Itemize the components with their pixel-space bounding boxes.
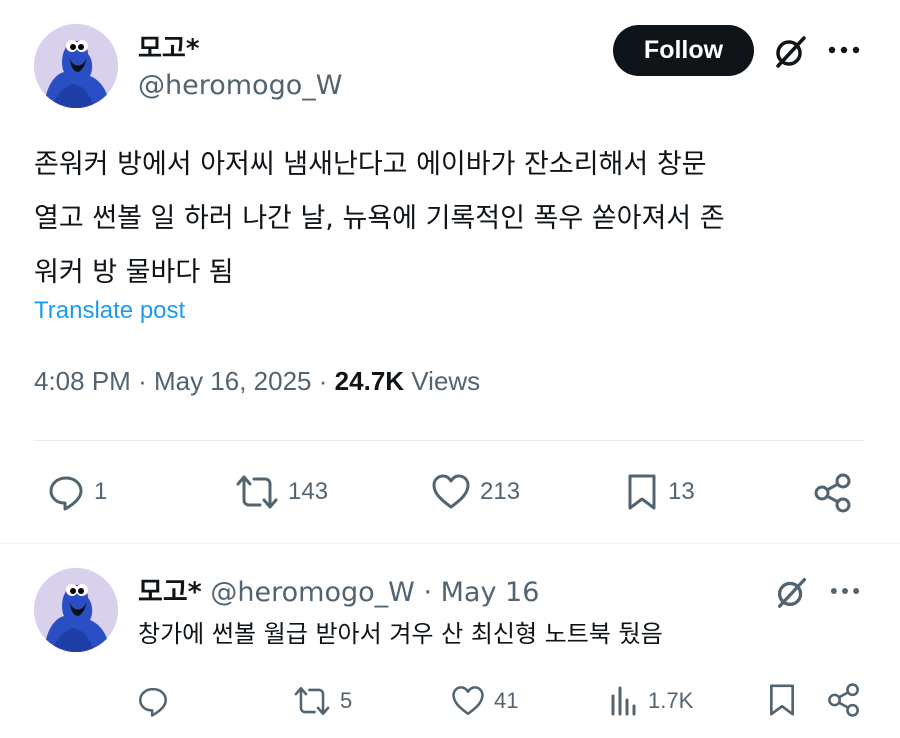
meta-separator: ·	[138, 366, 147, 396]
tweet-time[interactable]: 4:08 PM	[34, 366, 131, 396]
share-icon	[814, 473, 851, 513]
reply-views-count: 1.7K	[648, 688, 694, 713]
like-button[interactable]: 213	[430, 472, 520, 512]
reply-like-button[interactable]: 41	[450, 684, 518, 718]
reply-repost-count: 5	[340, 688, 353, 713]
repost-count: 143	[288, 478, 329, 505]
repost-icon	[236, 475, 278, 509]
tweet-text-line: 워커 방 물바다 됨	[34, 257, 234, 288]
reply-author-avatar[interactable]	[34, 568, 118, 652]
like-icon	[452, 686, 484, 716]
reply-text: 창가에 썬볼 월급 받아서 겨우 산 최신형 노트북 뒀음	[138, 620, 663, 648]
reply-bookmark-button[interactable]	[766, 682, 798, 718]
share-button[interactable]	[812, 472, 854, 514]
reply-icon	[138, 687, 168, 717]
repost-button[interactable]: 143	[234, 472, 328, 512]
grok-icon[interactable]	[770, 30, 812, 72]
divider	[34, 440, 864, 441]
tweet-date[interactable]: May 16, 2025	[154, 366, 312, 396]
meta-separator: ·	[318, 366, 328, 396]
reply-author-handle[interactable]: @heromogo_W	[210, 577, 414, 608]
cookie-monster-avatar-image	[34, 24, 118, 108]
translate-post-link[interactable]: Translate post	[34, 297, 185, 325]
tweet-meta: 4:08 PM · May 16, 2025 · 24.7K Views	[34, 366, 480, 397]
like-count: 213	[480, 478, 521, 505]
reply-icon	[49, 476, 83, 511]
like-icon	[432, 474, 470, 509]
bookmark-icon	[770, 684, 794, 716]
reply-share-button[interactable]	[826, 682, 862, 718]
reply-count: 1	[94, 478, 108, 505]
more-icon[interactable]	[824, 36, 864, 64]
tweet-text-line: 존워커 방에서 아저씨 냄새난다고 에이바가 잔소리해서 창문	[34, 149, 707, 180]
author-avatar[interactable]	[34, 24, 118, 108]
share-icon	[828, 683, 859, 717]
reply-views-button[interactable]: 1.7K	[608, 684, 693, 718]
reply-date[interactable]: May 16	[441, 577, 540, 608]
bookmark-count: 13	[668, 478, 695, 505]
reply-author-name[interactable]: 모고*	[138, 577, 202, 608]
views-icon	[611, 686, 636, 716]
views-label: Views	[411, 366, 481, 396]
grok-icon[interactable]	[772, 572, 812, 612]
bookmark-button[interactable]: 13	[624, 472, 695, 512]
follow-button[interactable]: Follow	[613, 25, 754, 76]
tweet-text: 존워커 방에서 아저씨 냄새난다고 에이바가 잔소리해서 창문 열고 썬볼 일 …	[34, 138, 864, 300]
views-count[interactable]: 24.7K	[335, 366, 404, 396]
reply-like-count: 41	[494, 688, 519, 713]
more-icon[interactable]	[826, 578, 864, 604]
reply-button[interactable]: 1	[46, 472, 107, 512]
reply-reply-button[interactable]	[136, 684, 178, 718]
cookie-monster-avatar-image	[34, 568, 118, 652]
reply-header: 모고* @heromogo_W · May 16	[138, 570, 539, 609]
reply-repost-button[interactable]: 5	[292, 684, 352, 718]
author-handle[interactable]: @heromogo_W	[138, 70, 342, 101]
reply-separator: ·	[423, 577, 433, 608]
repost-icon	[294, 686, 330, 716]
thread-divider	[0, 543, 900, 544]
author-name[interactable]: 모고*	[138, 28, 199, 65]
tweet-text-line: 열고 썬볼 일 하러 나간 날, 뉴욕에 기록적인 폭우 쏟아져서 존	[34, 203, 725, 234]
bookmark-icon	[628, 474, 656, 510]
